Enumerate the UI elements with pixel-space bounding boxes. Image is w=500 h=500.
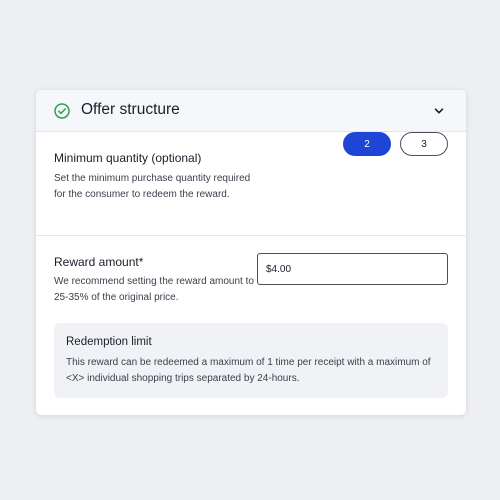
offer-structure-header[interactable]: Offer structure (36, 90, 466, 132)
section-title: Offer structure (81, 101, 180, 118)
minimum-quantity-label: Minimum quantity (optional) (54, 151, 202, 165)
reward-amount-input[interactable]: $4.00 (257, 253, 448, 285)
redemption-limit-text: This reward can be redeemed a maximum of… (66, 357, 431, 384)
redemption-limit-title: Redemption limit (66, 336, 152, 348)
check-circle-icon (54, 103, 70, 119)
minimum-quantity-description: Set the minimum purchase quantity requir… (54, 173, 251, 200)
reward-amount-label: Reward amount* (54, 255, 144, 269)
chevron-down-icon[interactable] (433, 105, 445, 117)
quantity-option-2[interactable]: 2 (343, 132, 391, 156)
redemption-limit-box: Redemption limit This reward can be rede… (54, 323, 448, 398)
section-divider (36, 235, 466, 236)
reward-amount-description: We recommend setting the reward amount t… (54, 276, 254, 303)
offer-structure-card: Offer structure Minimum quantity (option… (36, 90, 466, 415)
quantity-option-3[interactable]: 3 (400, 132, 448, 156)
